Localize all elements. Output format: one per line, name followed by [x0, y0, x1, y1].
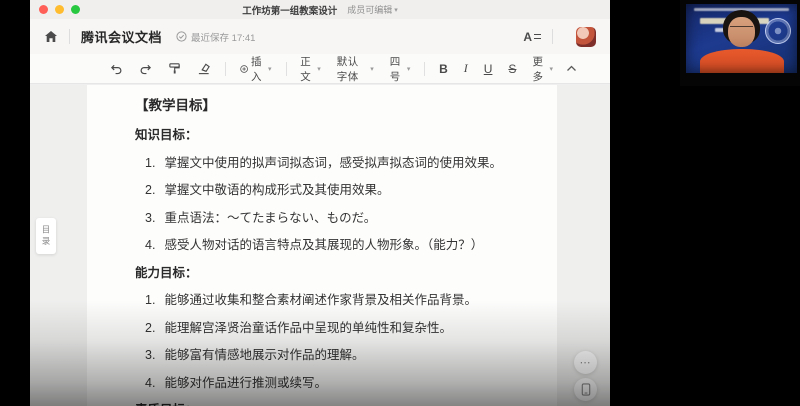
editing-toolbar: 插入▾ 正文▾ 默认字体▾ 四号▾ B I U S 更多▾	[30, 54, 610, 84]
document-page[interactable]: 【教学目标】 知识目标： 1. 掌握文中使用的拟声词拟态词，感受拟声拟态词的使用…	[87, 85, 557, 406]
zoom-window-button[interactable]	[71, 5, 80, 14]
list-number: 2.	[145, 319, 155, 337]
permission-dropdown[interactable]: 成员可编辑▾	[347, 3, 398, 16]
more-actions-button[interactable]: ⋯	[574, 351, 597, 374]
section-title: 知识目标：	[135, 126, 517, 144]
participant-face	[728, 17, 755, 47]
saved-check-icon	[176, 31, 187, 42]
minimize-window-button[interactable]	[55, 5, 64, 14]
toc-label: 目录	[40, 225, 52, 248]
university-seal-icon	[765, 18, 791, 44]
strikethrough-button[interactable]: S	[503, 59, 521, 79]
more-button[interactable]: 更多▾	[527, 59, 558, 79]
bold-button[interactable]: B	[434, 59, 453, 79]
clear-format-icon[interactable]	[192, 59, 216, 79]
traffic-lights	[39, 5, 80, 14]
participant-video-feed	[686, 4, 797, 73]
participant-glasses	[730, 26, 753, 31]
mobile-view-button[interactable]	[574, 378, 597, 401]
divider	[552, 29, 553, 44]
list-item: 2. 能理解宫泽贤治童话作品中呈现的单纯性和复杂性。	[145, 319, 517, 337]
list-number: 4.	[145, 374, 155, 392]
save-status: 最近保存 17:41	[176, 30, 255, 44]
remote-video-tile[interactable]	[680, 0, 800, 86]
list-text: 重点语法：～てたまらない、ものだ。	[164, 209, 376, 227]
list-item: 2. 掌握文中敬语的构成形式及其使用效果。	[145, 181, 517, 199]
app-name: 腾讯会议文档	[81, 27, 162, 46]
doc-heading: 【教学目标】	[135, 97, 517, 115]
divider	[286, 62, 287, 76]
outline-icon[interactable]: A	[523, 30, 541, 44]
list-number: 3.	[145, 346, 155, 364]
undo-button[interactable]	[105, 59, 128, 79]
docs-app-window: 工作坊第一组教案设计 成员可编辑▾ 腾讯会议文档 最近保存 17:41 A	[30, 0, 610, 406]
list-text: 掌握文中敬语的构成形式及其使用效果。	[164, 181, 389, 199]
chevron-down-icon: ▾	[394, 7, 398, 14]
save-status-text: 最近保存 17:41	[191, 30, 255, 44]
document-area: 【教学目标】 知识目标： 1. 掌握文中使用的拟声词拟态词，感受拟声拟态词的使用…	[30, 85, 610, 406]
list-text: 能够富有情感地展示对作品的理解。	[164, 346, 364, 364]
list-text: 能理解宫泽贤治童话作品中呈现的单纯性和复杂性。	[164, 319, 452, 337]
list-text: 能够通过收集和整合素材阐述作家背景及相关作品背景。	[164, 291, 477, 309]
chevron-down-icon: ▾	[407, 65, 411, 73]
chevron-down-icon: ▾	[549, 65, 553, 73]
mobile-icon	[581, 383, 591, 396]
font-family-select[interactable]: 默认字体▾	[332, 59, 379, 79]
list-number: 1.	[145, 291, 155, 309]
insert-button[interactable]: 插入▾	[235, 59, 277, 79]
underline-button[interactable]: U	[479, 59, 498, 79]
ellipsis-icon: ⋯	[580, 356, 592, 369]
participant-shirt	[700, 49, 784, 73]
list-number: 2.	[145, 181, 155, 199]
divider	[424, 62, 425, 76]
chevron-down-icon: ▾	[317, 65, 321, 73]
toc-tab[interactable]: 目录	[36, 218, 56, 254]
window-titlebar: 工作坊第一组教案设计 成员可编辑▾	[30, 0, 610, 19]
close-window-button[interactable]	[39, 5, 48, 14]
list-item: 1. 能够通过收集和整合素材阐述作家背景及相关作品背景。	[145, 291, 517, 309]
collapse-toolbar-button[interactable]	[561, 59, 582, 79]
list-text: 感受人物对话的语言特点及其展现的人物形象。（能力？）	[164, 236, 483, 254]
app-header: 腾讯会议文档 最近保存 17:41 A	[30, 19, 610, 54]
format-painter-button[interactable]	[163, 59, 186, 79]
document-title: 工作坊第一组教案设计	[242, 3, 337, 17]
chevron-down-icon: ▾	[268, 65, 272, 73]
list-item: 4. 能够对作品进行推测或续写。	[145, 374, 517, 392]
redo-button[interactable]	[134, 59, 157, 79]
divider	[69, 29, 70, 44]
list-text: 能够对作品进行推测或续写。	[164, 374, 327, 392]
list-item: 3. 能够富有情感地展示对作品的理解。	[145, 346, 517, 364]
chevron-down-icon: ▾	[370, 65, 374, 73]
avatar[interactable]	[576, 27, 596, 47]
list-item: 4. 感受人物对话的语言特点及其展现的人物形象。（能力？）	[145, 236, 517, 254]
home-icon[interactable]	[44, 30, 58, 43]
list-item: 1. 掌握文中使用的拟声词拟态词，感受拟声拟态词的使用效果。	[145, 154, 517, 172]
font-size-select[interactable]: 四号▾	[385, 59, 416, 79]
section-title: 能力目标：	[135, 264, 517, 282]
menu-icon[interactable]	[490, 31, 505, 42]
list-number: 4.	[145, 236, 155, 254]
italic-button[interactable]: I	[459, 59, 473, 79]
section-title: 素质目标：	[135, 401, 517, 406]
list-item: 3. 重点语法：～てたまらない、ものだ。	[145, 209, 517, 227]
paragraph-style-select[interactable]: 正文▾	[295, 59, 326, 79]
divider	[225, 62, 226, 76]
list-number: 1.	[145, 154, 155, 172]
list-text: 掌握文中使用的拟声词拟态词，感受拟声拟态词的使用效果。	[164, 154, 502, 172]
list-number: 3.	[145, 209, 155, 227]
